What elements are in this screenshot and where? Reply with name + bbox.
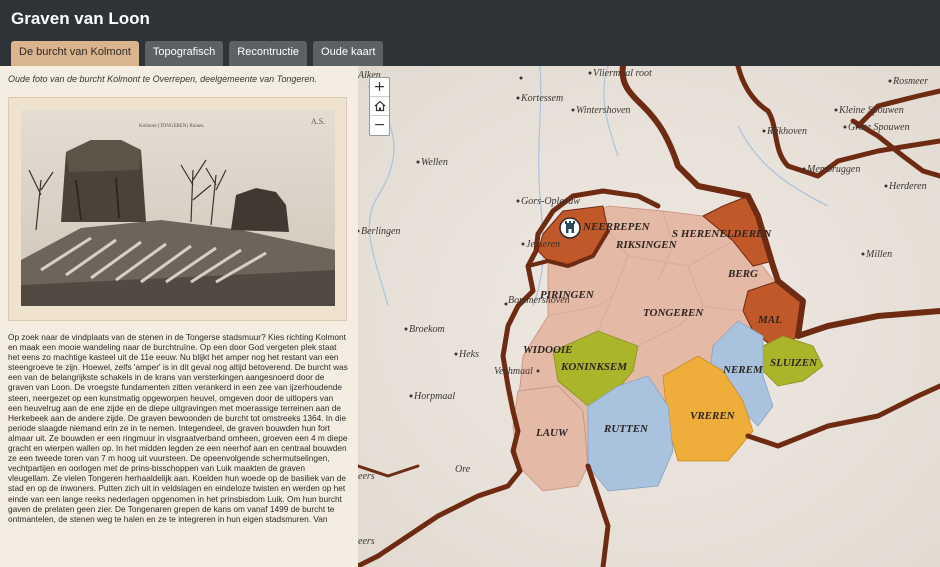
home-button[interactable] [370, 97, 389, 116]
photo-initials: A.S. [311, 117, 325, 126]
tab-bar: De burcht van Kolmont Topografisch Recon… [11, 41, 384, 66]
photo-label: Kolmont (TONGEREN) Ruines. [139, 124, 205, 129]
place-grote-spouwen: Grote Spouwen [848, 122, 910, 133]
place-heks: Heks [458, 349, 479, 360]
app-title: Graven van Loon [11, 9, 150, 28]
zoom-in-button[interactable]: + [370, 78, 389, 97]
label-lauw: LAUW [535, 427, 569, 439]
place-berlingen: Berlingen [361, 226, 400, 237]
place-wintershoven: Wintershoven [576, 105, 630, 116]
map-canvas[interactable]: Alken Vliermaal root Kortessem Wintersho… [358, 66, 940, 567]
label-tongeren: TONGEREN [643, 307, 704, 319]
photo-caption: Oude foto van de burcht Kolmont te Overr… [8, 74, 317, 84]
castle-marker-icon[interactable] [559, 217, 581, 239]
place-eers-2: eers [358, 536, 375, 547]
place-wellen: Wellen [421, 157, 448, 168]
place-millen: Millen [865, 249, 892, 260]
label-neerrepen: NEERREPEN [582, 221, 651, 233]
label-widooie: WIDOOIE [523, 344, 573, 356]
place-eers: eers [358, 471, 375, 482]
label-nerem: NEREM [722, 364, 764, 376]
tab-recontructie[interactable]: Recontructie [229, 41, 308, 66]
place-kleine-spouwen: Kleine Spouwen [838, 105, 904, 116]
photo-drawing: Kolmont (TONGEREN) Ruines. A.S. [21, 110, 335, 306]
story-text: Op zoek naar de vindplaats van de stenen… [8, 332, 348, 524]
tab-burcht-van-kolmont[interactable]: De burcht van Kolmont [11, 41, 139, 66]
place-rosmeer: Rosmeer [892, 76, 928, 87]
tab-oude-kaart[interactable]: Oude kaart [313, 41, 384, 66]
place-herderen: Herderen [888, 181, 927, 192]
label-riksingen: RIKSINGEN [615, 239, 678, 251]
place-gors-opleeuw: Gors-Opleeuw [521, 196, 580, 207]
place-kortessem: Kortessem [520, 93, 563, 104]
place-horpmaal: Horpmaal [413, 391, 455, 402]
place-vechmaal: Vechmaal [494, 366, 533, 377]
home-icon [374, 100, 385, 112]
story-sidepanel[interactable]: Oude foto van de burcht Kolmont te Overr… [0, 66, 358, 567]
place-ore: Ore [455, 464, 471, 475]
map-view[interactable]: Alken Vliermaal root Kortessem Wintersho… [358, 66, 940, 567]
place-membruggen: Membruggen [806, 164, 860, 175]
label-sluizen: SLUIZEN [770, 357, 818, 369]
place-broekom: Broekom [409, 324, 445, 335]
map-controls: + − [369, 77, 390, 136]
zoom-out-button[interactable]: − [370, 116, 389, 135]
place-rijkhoven: Rijkhoven [766, 126, 807, 137]
label-mal: MAL [757, 314, 782, 326]
label-piringen: PIRINGEN [540, 289, 595, 301]
app-header: Graven van Loon De burcht van Kolmont To… [0, 0, 940, 66]
old-photo-kolmont: Kolmont (TONGEREN) Ruines. A.S. [21, 110, 335, 306]
label-rutten: RUTTEN [603, 423, 649, 435]
photo-frame: Kolmont (TONGEREN) Ruines. A.S. [8, 97, 347, 321]
label-koninksem: KONINKSEM [560, 361, 628, 373]
label-berg: BERG [727, 268, 758, 280]
place-vliermaal: Vliermaal root [593, 68, 652, 79]
place-jesseren: Jesseren [526, 239, 560, 250]
label-s-herenelderen: S HERENELDEREN [672, 228, 772, 240]
label-vreren: VREREN [690, 410, 736, 422]
tab-topografisch[interactable]: Topografisch [144, 41, 224, 66]
